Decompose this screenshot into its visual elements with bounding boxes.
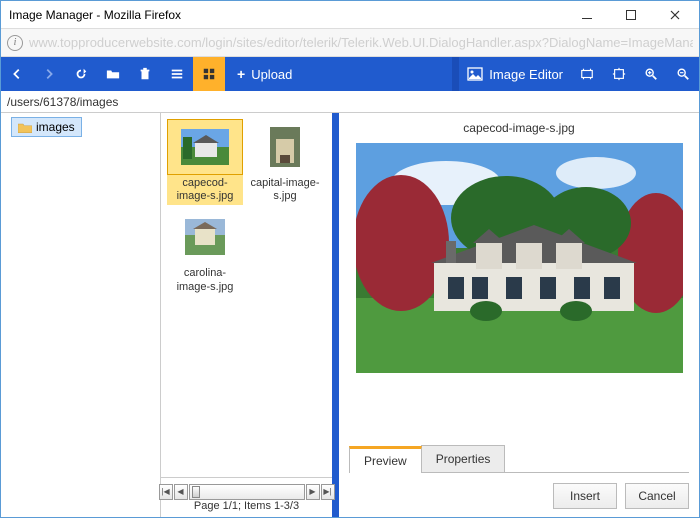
cancel-button[interactable]: Cancel: [625, 483, 689, 509]
image-editor-label: Image Editor: [489, 67, 563, 82]
thumbnail-view-button[interactable]: [193, 57, 225, 91]
actual-size-button[interactable]: [603, 57, 635, 91]
thumbnail-grid: capecod-image-s.jpg capital-image-s.jpg …: [161, 113, 332, 477]
thumbnail-image: [181, 129, 229, 165]
site-info-icon[interactable]: i: [7, 35, 23, 51]
tab-properties[interactable]: Properties: [421, 445, 506, 472]
preview-image: [356, 143, 683, 373]
address-bar[interactable]: i www.topproducerwebsite.com/login/sites…: [1, 29, 699, 57]
path-text: /users/61378/images: [7, 95, 118, 109]
upload-label: Upload: [251, 67, 292, 82]
pager-next-button[interactable]: ▶: [306, 484, 320, 500]
toolbar-spacer: [304, 57, 314, 91]
plus-icon: +: [237, 66, 245, 82]
pane-splitter-top: [452, 57, 459, 91]
file-item[interactable]: carolina-image-s.jpg: [167, 209, 243, 295]
pager: |◀ ◀ ▶ ▶| Page 1/1; Items 1-3/3: [161, 477, 332, 517]
zoom-out-button[interactable]: [667, 57, 699, 91]
tree-node-label: images: [36, 120, 75, 134]
tab-preview[interactable]: Preview: [349, 446, 422, 473]
dialog-button-row: Insert Cancel: [349, 473, 689, 509]
pager-status: Page 1/1; Items 1-3/3: [194, 500, 299, 512]
folder-icon: [18, 122, 32, 133]
file-item[interactable]: capital-image-s.jpg: [247, 119, 323, 205]
pager-slider-knob[interactable]: [192, 486, 200, 498]
pager-slider[interactable]: [189, 484, 305, 500]
pager-prev-button[interactable]: ◀: [174, 484, 188, 500]
tab-strip: Preview Properties: [349, 445, 689, 473]
url-text: www.topproducerwebsite.com/login/sites/e…: [29, 35, 693, 50]
insert-button[interactable]: Insert: [553, 483, 617, 509]
zoom-in-button[interactable]: [635, 57, 667, 91]
window-title: Image Manager - Mozilla Firefox: [9, 8, 565, 22]
main-toolbar: + Upload Image Editor: [1, 57, 699, 91]
forward-button[interactable]: [33, 57, 65, 91]
new-folder-button[interactable]: [97, 57, 129, 91]
refresh-button[interactable]: [65, 57, 97, 91]
preview-pane: capecod-image-s.jpg: [339, 113, 699, 517]
file-name: carolina-image-s.jpg: [167, 265, 243, 295]
file-item[interactable]: capecod-image-s.jpg: [167, 119, 243, 205]
thumbnail-box: [167, 119, 243, 175]
list-view-button[interactable]: [161, 57, 193, 91]
back-button[interactable]: [1, 57, 33, 91]
folder-tree: images: [1, 113, 161, 517]
best-fit-button[interactable]: [571, 57, 603, 91]
upload-button[interactable]: + Upload: [225, 57, 304, 91]
delete-button[interactable]: [129, 57, 161, 91]
minimize-button[interactable]: [565, 2, 609, 28]
thumbnail-box: [167, 209, 243, 265]
preview-filename: capecod-image-s.jpg: [349, 119, 689, 143]
thumbnail-image: [185, 219, 225, 255]
thumbnail-box: [247, 119, 323, 175]
close-button[interactable]: [653, 2, 697, 28]
file-name: capital-image-s.jpg: [247, 175, 323, 205]
image-editor-button[interactable]: Image Editor: [459, 57, 571, 91]
maximize-button[interactable]: [609, 2, 653, 28]
main-area: images capecod-image-s.jpg capital-image…: [1, 113, 699, 517]
path-bar: /users/61378/images: [1, 91, 699, 113]
image-icon: [467, 66, 483, 82]
file-name: capecod-image-s.jpg: [167, 175, 243, 205]
pager-first-button[interactable]: |◀: [159, 484, 173, 500]
thumbnail-image: [270, 127, 300, 167]
window-titlebar: Image Manager - Mozilla Firefox: [1, 1, 699, 29]
pager-last-button[interactable]: ▶|: [321, 484, 335, 500]
tree-node-images[interactable]: images: [11, 117, 82, 137]
file-list-pane: capecod-image-s.jpg capital-image-s.jpg …: [161, 113, 339, 517]
